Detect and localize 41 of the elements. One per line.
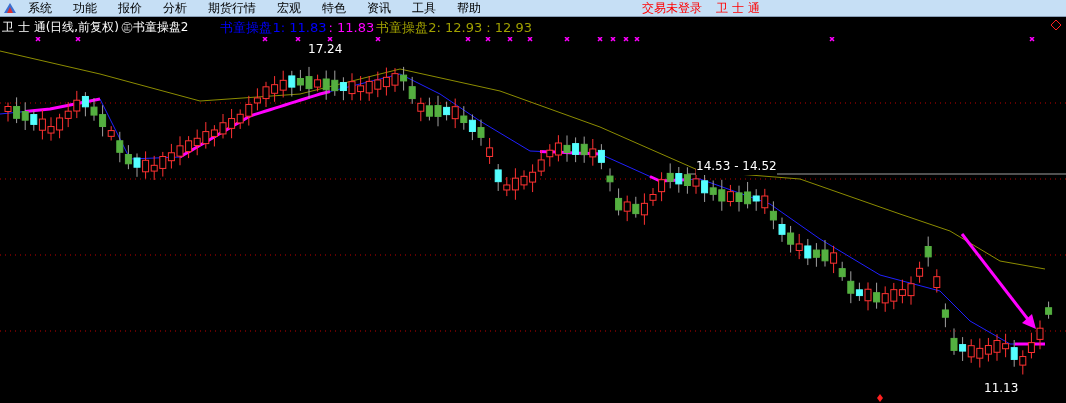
cross-mark [375, 37, 381, 42]
cross-mark [507, 37, 513, 42]
formula-name: ㊣书童操盘2 [120, 19, 189, 36]
menu-item[interactable]: 期货行情 [208, 0, 256, 17]
menu-item[interactable]: 资讯 [367, 0, 391, 17]
cross-mark [295, 37, 301, 42]
cross-mark [527, 37, 533, 42]
menu-item[interactable]: 系统 [28, 0, 52, 17]
app-logo-icon[interactable] [2, 1, 18, 15]
menu-item[interactable]: 宏观 [277, 0, 301, 17]
cross-mark [597, 37, 603, 42]
menu-item[interactable]: 工具 [412, 0, 436, 17]
low-price-label: 11.13 [984, 380, 1019, 397]
indicator-value: 书童操盘2: 12.93 : 12.93 [376, 19, 533, 37]
signal-marker-icon [877, 394, 883, 402]
menu-item[interactable]: 报价 [118, 0, 142, 17]
cross-mark [564, 37, 570, 42]
high-price-label: 17.24 [308, 43, 343, 55]
login-status: 交易未登录 [642, 0, 702, 17]
chart-title: 卫 士 通(日线,前复权) [2, 19, 119, 36]
cross-mark [829, 37, 835, 42]
menu-item[interactable]: 分析 [163, 0, 187, 17]
diamond-icon[interactable] [1050, 19, 1064, 33]
cross-mark [35, 37, 41, 42]
highlighted-average-segment [539, 149, 601, 156]
cross-mark [75, 37, 81, 42]
cross-mark [610, 37, 616, 42]
menu-item[interactable]: 功能 [73, 0, 97, 17]
indicator-value: : 11.83 [328, 19, 375, 37]
cross-mark [465, 37, 471, 42]
indicator-value: 书童操盘1: 11.83 [220, 19, 327, 37]
cross-mark [623, 37, 629, 42]
stock-name: 卫 士 通 [716, 0, 760, 17]
menu-item[interactable]: 特色 [322, 0, 346, 17]
cross-mark [634, 37, 640, 42]
cross-mark [327, 37, 333, 42]
cross-mark [1029, 37, 1035, 42]
cross-mark [485, 37, 491, 42]
menu-item[interactable]: 帮助 [457, 0, 481, 17]
cross-mark [262, 37, 268, 42]
highlighted-average-segment [1015, 342, 1045, 346]
